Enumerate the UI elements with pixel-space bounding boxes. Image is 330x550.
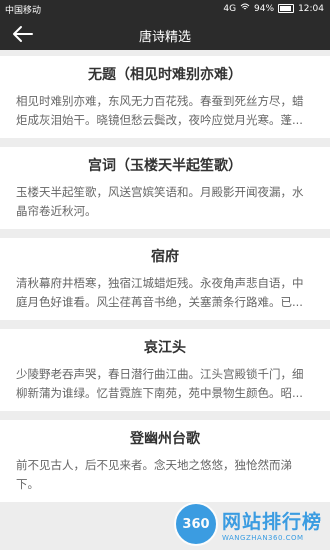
status-icons: 4G 94% 12:04 [223,3,324,14]
watermark-url: WANGZHAN360.COM [221,533,304,542]
poem-card[interactable]: 哀江头 少陵野老吞声哭，春日潜行曲江曲。江头宫殿锁千门，细柳新蒲为谁绿。忆昔霓旌… [0,329,330,411]
poem-excerpt: 前不见古人，后不见来者。念天地之悠悠，独怆然而涕下。 [16,458,292,491]
poem-excerpt: 玉楼天半起笙歌，风送宫嫔笑语和。月殿影开闻夜漏，水晶帘卷近秋河。 [16,185,304,218]
poem-excerpt: 清秋幕府井梧寒，独宿江城蜡炬残。永夜角声悲自语，中庭月色好谁看。风尘荏苒音书绝，… [16,276,304,309]
page-title: 唐诗精选 [138,30,191,45]
watermark: 360 网站排行榜 WANGZHAN360.COM [173,502,322,546]
poem-title: 无题（相见时难别亦难） [88,67,242,83]
poem-excerpt: 少陵野老吞声哭，春日潜行曲江曲。江头宫殿锁千门，细柳新蒲为谁绿。忆昔霓旌下南苑，… [16,367,304,400]
poem-card[interactable]: 登幽州台歌 前不见古人，后不见来者。念天地之悠悠，独怆然而涕下。 [0,420,330,502]
clock: 12:04 [298,3,324,14]
app-toolbar: 唐诗精选 [0,18,330,50]
poem-card[interactable]: 无题（相见时难别亦难） 相见时难别亦难，东风无力百花残。春蚕到死丝方尽，蜡炬成灰… [0,56,330,138]
poem-title: 登幽州台歌 [130,431,200,447]
carrier-label: 中国移动 [5,6,42,16]
poem-title: 宫词（玉楼天半起笙歌） [88,158,242,174]
wifi-icon [240,3,250,14]
watermark-name: 网站排行榜 [221,510,322,533]
poem-list: 无题（相见时难别亦难） 相见时难别亦难，东风无力百花残。春蚕到死丝方尽，蜡炬成灰… [0,50,330,502]
poem-card[interactable]: 宫词（玉楼天半起笙歌） 玉楼天半起笙歌，风送宫嫔笑语和。月殿影开闻夜漏，水晶帘卷… [0,147,330,229]
poem-card[interactable]: 宿府 清秋幕府井梧寒，独宿江城蜡炬残。永夜角声悲自语，中庭月色好谁看。风尘荏苒音… [0,238,330,320]
status-bar: 中国移动 4G 94% 12:04 [0,0,330,18]
poem-excerpt: 相见时难别亦难，东风无力百花残。春蚕到死丝方尽，蜡炬成灰泪始干。晓镜但愁云鬓改，… [16,94,304,127]
battery-icon [278,4,295,13]
battery-label: 94% [254,3,275,14]
network-label: 4G [223,3,237,14]
watermark-logo-icon: 360 [173,502,218,546]
poem-title: 哀江头 [144,340,186,356]
poem-title: 宿府 [151,249,179,265]
watermark-text: 网站排行榜 WANGZHAN360.COM [222,507,322,542]
